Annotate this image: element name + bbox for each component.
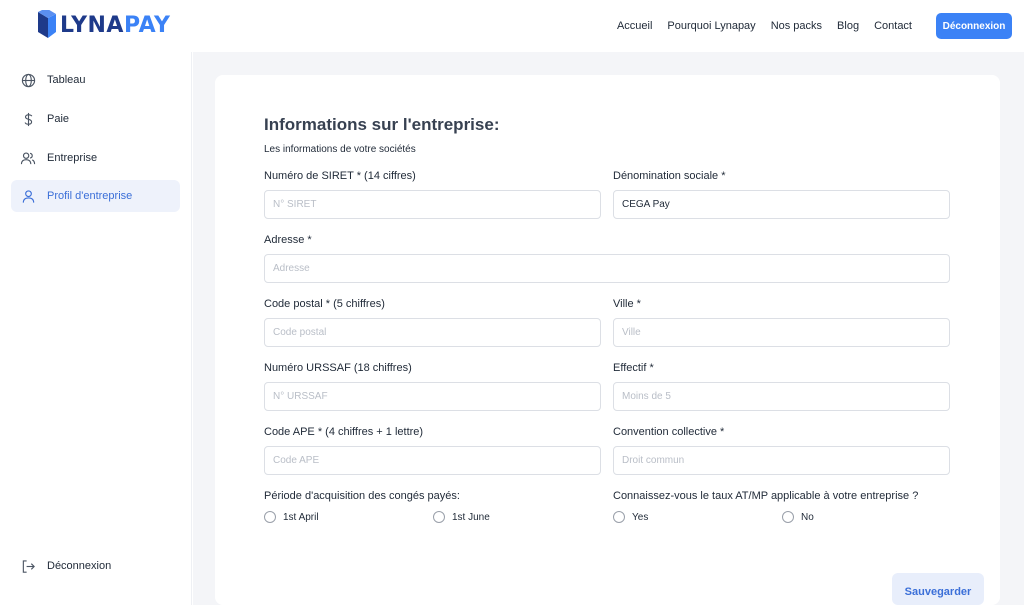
denomination-label: Dénomination sociale *	[613, 170, 726, 182]
denomination-input[interactable]	[613, 190, 950, 219]
convention-label: Convention collective *	[613, 426, 725, 438]
main-content: Informations sur l'entreprise: Les infor…	[193, 52, 1024, 605]
nav-contact[interactable]: Contact	[874, 20, 912, 32]
siret-label: Numéro de SIRET * (14 ciffres)	[264, 170, 416, 182]
effectif-input[interactable]	[613, 382, 950, 411]
ville-input[interactable]	[613, 318, 950, 347]
adresse-input[interactable]	[264, 254, 950, 283]
sidebar-item-label: Entreprise	[47, 152, 98, 164]
logo-text: LYNAPAY	[60, 13, 171, 38]
ape-label: Code APE * (4 chiffres + 1 lettre)	[264, 426, 424, 438]
siret-input[interactable]	[264, 190, 601, 219]
company-info-card: Informations sur l'entreprise: Les infor…	[215, 75, 1000, 605]
sidebar-item-label: Profil d'entreprise	[47, 190, 133, 202]
radio-conges-april[interactable]: 1st April	[264, 511, 319, 523]
code-postal-label: Code postal * (5 chiffres)	[264, 298, 385, 310]
conges-label: Période d'acquisition des congés payés:	[264, 490, 460, 502]
radio-atmp-yes[interactable]: Yes	[613, 511, 648, 523]
sidebar-item-deconnexion[interactable]: Déconnexion	[11, 550, 180, 582]
main-nav: Accueil Pourquoi Lynapay Nos packs Blog …	[602, 0, 912, 52]
logo-mark-icon	[38, 10, 56, 38]
atmp-label: Connaissez-vous le taux AT/MP applicable…	[613, 490, 919, 502]
page-subtitle: Les informations de votre sociétés	[264, 144, 416, 155]
nav-blog[interactable]: Blog	[837, 20, 859, 32]
top-header: LYNAPAY Accueil Pourquoi Lynapay Nos pac…	[0, 0, 1024, 52]
radio-label: No	[801, 511, 814, 523]
convention-input[interactable]	[613, 446, 950, 475]
urssaf-input[interactable]	[264, 382, 601, 411]
radio-circle[interactable]	[782, 511, 794, 523]
radio-circle[interactable]	[264, 511, 276, 523]
radio-conges-june[interactable]: 1st June	[433, 511, 490, 523]
urssaf-label: Numéro URSSAF (18 chiffres)	[264, 362, 412, 374]
nav-pourquoi-lynapay[interactable]: Pourquoi Lynapay	[667, 20, 755, 32]
save-button[interactable]: Sauvegarder	[892, 573, 984, 605]
code-postal-input[interactable]	[264, 318, 601, 347]
ville-label: Ville *	[613, 298, 641, 310]
sidebar-item-profil-entreprise[interactable]: Profil d'entreprise	[11, 180, 180, 212]
radio-atmp-no[interactable]: No	[782, 511, 814, 523]
nav-nos-packs[interactable]: Nos packs	[771, 20, 822, 32]
sidebar-item-entreprise[interactable]: Entreprise	[11, 142, 180, 174]
radio-circle[interactable]	[433, 511, 445, 523]
dollar-icon	[20, 111, 36, 127]
ape-input[interactable]	[264, 446, 601, 475]
sidebar: Tableau Paie Entreprise Profil d'entrepr…	[0, 52, 192, 605]
sidebar-item-label: Déconnexion	[47, 560, 112, 572]
radio-label: 1st April	[283, 511, 319, 523]
user-icon	[20, 188, 36, 204]
page-title: Informations sur l'entreprise:	[264, 115, 500, 134]
nav-accueil[interactable]: Accueil	[617, 20, 652, 32]
logout-button[interactable]: Déconnexion	[936, 13, 1012, 39]
radio-label: 1st June	[452, 511, 490, 523]
effectif-label: Effectif *	[613, 362, 654, 374]
sidebar-item-label: Paie	[47, 113, 70, 125]
sidebar-item-tableau[interactable]: Tableau	[11, 64, 180, 96]
lynapay-logo[interactable]: LYNAPAY	[36, 10, 170, 42]
sidebar-item-paie[interactable]: Paie	[11, 103, 180, 135]
radio-circle[interactable]	[613, 511, 625, 523]
sidebar-item-label: Tableau	[47, 74, 86, 86]
adresse-label: Adresse *	[264, 234, 312, 246]
globe-icon	[20, 72, 36, 88]
users-icon	[20, 150, 36, 166]
radio-label: Yes	[632, 511, 649, 523]
logout-icon	[20, 558, 36, 574]
